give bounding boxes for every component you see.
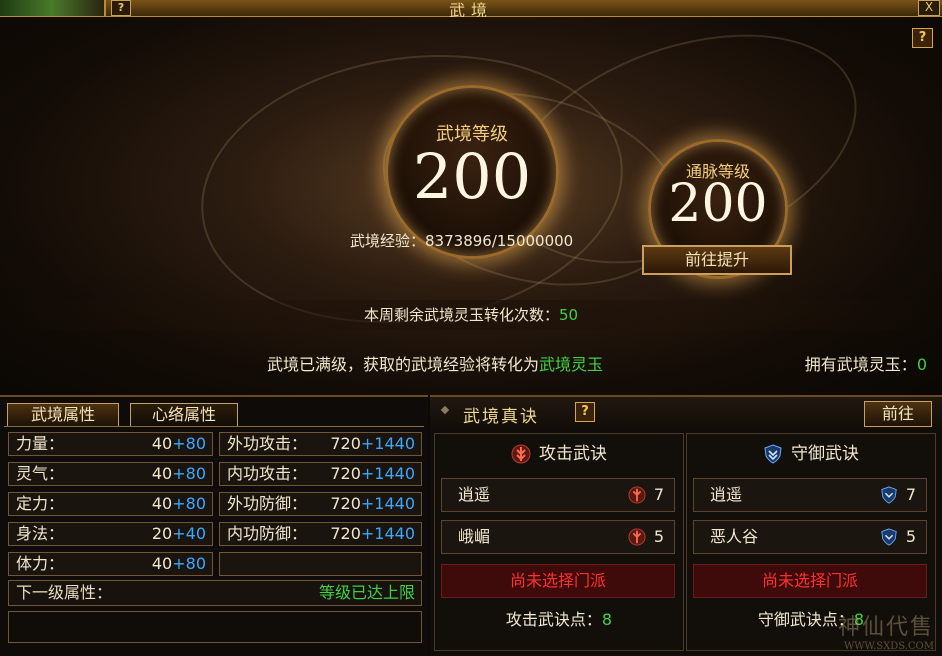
attr-value: 40+80 <box>151 554 206 573</box>
attr-value: 40+80 <box>151 464 206 483</box>
attr-outer-attack: 外功攻击： 720+1440 <box>219 432 422 456</box>
skill-name: 逍遥 <box>710 485 743 504</box>
tab-divider <box>4 426 424 427</box>
wujing-exp: 武境经验：8373896/15000000 <box>350 230 573 251</box>
attr-focus: 定力： 40+80 <box>8 492 213 516</box>
owned-label: 拥有武境灵玉： <box>804 355 917 374</box>
title-bar: ? 武境 X <box>0 0 942 20</box>
go-upgrade-button[interactable]: 前往提升 <box>642 245 792 275</box>
defense-shield-icon <box>881 528 897 546</box>
defense-select-sect-button[interactable]: 尚未选择门派 <box>693 564 927 598</box>
secrets-help-button[interactable]: ? <box>575 402 595 422</box>
attr-empty-slot <box>219 552 422 576</box>
attr-value: 20+40 <box>151 524 206 543</box>
weekly-conversion: 本周剩余武境灵玉转化次数：50 <box>0 300 942 330</box>
attr-value: 720+1440 <box>330 494 415 513</box>
skill-name: 恶人谷 <box>710 527 759 546</box>
attack-skill-row[interactable]: 峨嵋 5 <box>441 520 675 554</box>
defense-skill-row[interactable]: 恶人谷 5 <box>693 520 927 554</box>
skill-name: 峨嵋 <box>458 527 491 546</box>
attack-emblem-icon <box>511 444 531 464</box>
next-level-label: 下一级属性： <box>16 583 113 602</box>
attr-value: 40+80 <box>151 494 206 513</box>
attack-title: 攻击武诀 <box>539 444 607 464</box>
attr-outer-defense: 外功防御： 720+1440 <box>219 492 422 516</box>
skill-level: 7 <box>905 485 916 504</box>
skill-name: 逍遥 <box>458 485 491 504</box>
defense-header: 守御武诀 <box>687 440 935 468</box>
owned-count: 0 <box>916 355 927 374</box>
defense-shield-icon <box>881 486 897 504</box>
close-button[interactable]: X <box>918 0 940 16</box>
defense-shield-icon <box>764 444 782 464</box>
attack-points-label: 攻击武诀点： <box>505 610 602 629</box>
attr-name: 灵气： <box>16 464 65 483</box>
watermark: 神仙代售 WWW.SXDS.COM <box>837 615 934 652</box>
attr-value: 40+80 <box>151 434 206 453</box>
attr-strength: 力量： 40+80 <box>8 432 213 456</box>
goto-button[interactable]: 前往 <box>864 401 932 427</box>
attack-header: 攻击武诀 <box>435 440 683 468</box>
attr-name: 外功防御： <box>227 494 308 513</box>
attack-secrets-column: 攻击武诀 逍遥 7 峨嵋 5 尚未选择门派 攻击武诀点：8 <box>434 433 684 651</box>
diamond-icon <box>440 405 450 415</box>
secrets-title: 武境真诀 <box>463 407 539 427</box>
hero-area: ? 武境等级 200 通脉等级 200 武境经验：8373896/1500000… <box>0 17 942 395</box>
skill-level: 5 <box>905 527 916 546</box>
attr-name: 力量： <box>16 434 65 453</box>
attack-select-sect-button[interactable]: 尚未选择门派 <box>441 564 675 598</box>
attack-skill-row[interactable]: 逍遥 7 <box>441 478 675 512</box>
next-level-value: 等级已达上限 <box>318 583 415 602</box>
attr-name: 定力： <box>16 494 65 513</box>
attr-name: 体力： <box>16 554 65 573</box>
wujing-level-value: 200 <box>412 140 532 213</box>
empty-row <box>8 611 422 643</box>
attr-name: 内功攻击： <box>227 464 308 483</box>
attr-inner-defense: 内功防御： 720+1440 <box>219 522 422 546</box>
weekly-label: 本周剩余武境灵玉转化次数： <box>363 306 559 324</box>
maxed-message: 武境已满级，获取的武境经验将转化为武境灵玉 <box>267 351 603 375</box>
next-level-row: 下一级属性： 等级已达上限 <box>8 580 422 606</box>
weekly-count: 50 <box>558 306 579 324</box>
attr-stamina: 体力： 40+80 <box>8 552 213 576</box>
attr-agility: 身法： 20+40 <box>8 522 213 546</box>
maxed-item: 武境灵玉 <box>539 355 604 374</box>
defense-skill-row[interactable]: 逍遥 7 <box>693 478 927 512</box>
tongmai-level-value: 200 <box>668 174 768 234</box>
maxed-text: 武境已满级，获取的武境经验将转化为 <box>267 355 540 374</box>
defense-title: 守御武诀 <box>791 444 859 464</box>
attack-emblem-icon <box>628 528 646 546</box>
tab-wujing-attributes[interactable]: 武境属性 <box>7 403 119 426</box>
attr-spirit: 灵气： 40+80 <box>8 462 213 486</box>
secrets-panel: 武境真诀 ? 前往 攻击武诀 逍遥 7 峨嵋 5 尚未选择门派 攻击武诀点：8 … <box>430 395 942 656</box>
attr-value: 720+1440 <box>330 524 415 543</box>
owned-jade: 拥有武境灵玉：0 <box>805 351 927 375</box>
attr-name: 外功攻击： <box>227 434 308 453</box>
exp-value: 8373896/15000000 <box>425 232 574 250</box>
secrets-header: 武境真诀 ? 前往 <box>430 397 942 429</box>
exp-label: 武境经验： <box>350 232 426 250</box>
attr-name: 内功防御： <box>227 524 308 543</box>
attr-name: 身法： <box>16 524 65 543</box>
tab-xinluo-attributes[interactable]: 心络属性 <box>130 403 238 426</box>
attr-value: 720+1440 <box>330 464 415 483</box>
attr-inner-attack: 内功攻击： 720+1440 <box>219 462 422 486</box>
attack-emblem-icon <box>628 486 646 504</box>
attribute-panel: 武境属性 心络属性 力量： 40+80 灵气： 40+80 定力： 40+80 … <box>0 395 428 656</box>
attr-value: 720+1440 <box>330 434 415 453</box>
attack-points-value: 8 <box>601 610 613 629</box>
attack-points: 攻击武诀点：8 <box>435 606 683 630</box>
skill-level: 7 <box>653 485 664 504</box>
hero-help-button[interactable]: ? <box>912 28 933 48</box>
skill-level: 5 <box>653 527 664 546</box>
